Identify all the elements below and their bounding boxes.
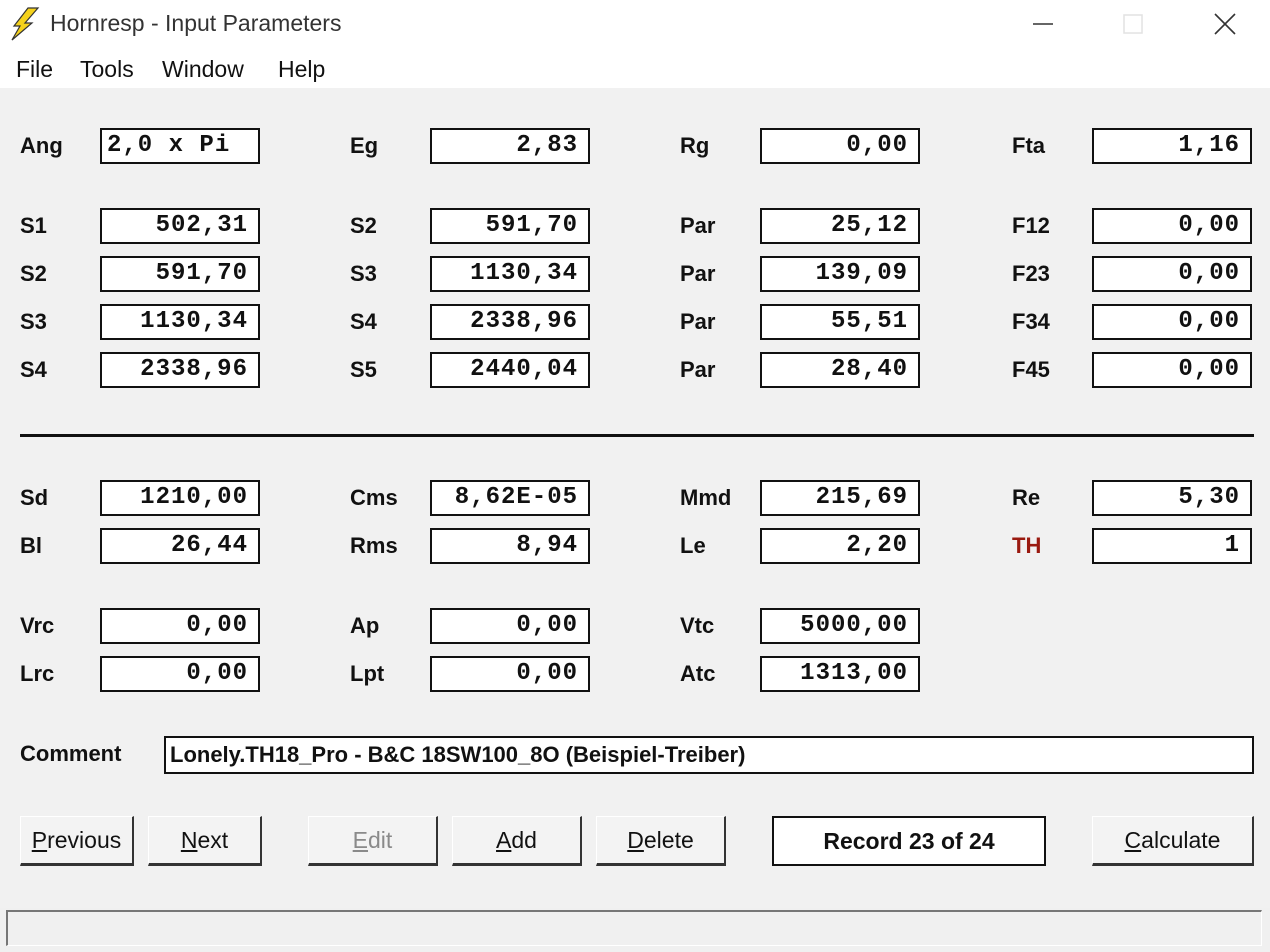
param-label-sd: Sd [20, 485, 49, 510]
param-label-re: Re [1012, 485, 1041, 510]
param-label-s1: S1 [20, 213, 47, 238]
param-field-atc[interactable]: 1313,00 [760, 656, 920, 692]
param-label-par: Par [680, 261, 716, 286]
add-button-label: Add [496, 827, 537, 853]
comment-field[interactable]: Lonely.TH18_Pro - B&C 18SW100_8O (Beispi… [164, 736, 1254, 774]
comment-label: Comment [20, 741, 122, 766]
next-button[interactable]: Next [148, 816, 262, 866]
param-label-f23: F23 [1012, 261, 1050, 286]
param-field-ang[interactable]: 2,0 x Pi [100, 128, 260, 164]
param-field-rms[interactable]: 8,94 [430, 528, 590, 564]
window-title: Hornresp - Input Parameters [50, 10, 342, 36]
param-field-ap[interactable]: 0,00 [430, 608, 590, 644]
param-field-par[interactable]: 25,12 [760, 208, 920, 244]
param-label-par: Par [680, 309, 716, 334]
param-label-f12: F12 [1012, 213, 1050, 238]
menu-window[interactable]: Window [162, 56, 244, 83]
param-label-le: Le [680, 533, 706, 558]
param-label-s2: S2 [350, 213, 377, 238]
add-button[interactable]: Add [452, 816, 582, 866]
menu-tools[interactable]: Tools [80, 56, 134, 83]
next-button-label: Next [180, 827, 229, 853]
param-label-th: TH [1012, 533, 1042, 558]
menu-help[interactable]: Help [278, 56, 325, 83]
close-icon [1214, 13, 1236, 35]
param-field-f45[interactable]: 0,00 [1092, 352, 1252, 388]
param-label-par: Par [680, 357, 716, 382]
param-field-lrc[interactable]: 0,00 [100, 656, 260, 692]
edit-button: Edit [308, 816, 438, 866]
param-field-s5[interactable]: 2440,04 [430, 352, 590, 388]
param-field-f34[interactable]: 0,00 [1092, 304, 1252, 340]
calculate-button-label: Calculate [1124, 827, 1221, 853]
param-label-s5: S5 [350, 357, 377, 382]
param-field-s3[interactable]: 1130,34 [100, 304, 260, 340]
maximize-button [1088, 0, 1178, 48]
section-divider [20, 434, 1254, 437]
param-field-lpt[interactable]: 0,00 [430, 656, 590, 692]
param-label-lrc: Lrc [20, 661, 55, 686]
param-label-s3: S3 [20, 309, 47, 334]
status-bar [6, 910, 1262, 946]
param-label-s3: S3 [350, 261, 377, 286]
param-field-vrc[interactable]: 0,00 [100, 608, 260, 644]
param-label-rg: Rg [680, 133, 710, 158]
param-label-s4: S4 [20, 357, 47, 382]
param-field-th[interactable]: 1 [1092, 528, 1252, 564]
param-label-bl: Bl [20, 533, 42, 558]
param-field-rg[interactable]: 0,00 [760, 128, 920, 164]
param-label-eg: Eg [350, 133, 379, 158]
param-field-f23[interactable]: 0,00 [1092, 256, 1252, 292]
param-field-s3[interactable]: 1130,34 [430, 256, 590, 292]
param-label-f34: F34 [1012, 309, 1050, 334]
param-field-fta[interactable]: 1,16 [1092, 128, 1252, 164]
param-field-s1[interactable]: 502,31 [100, 208, 260, 244]
param-field-par[interactable]: 28,40 [760, 352, 920, 388]
param-label-lpt: Lpt [350, 661, 385, 686]
param-label-vrc: Vrc [20, 613, 55, 638]
param-label-rms: Rms [350, 533, 398, 558]
param-label-cms: Cms [350, 485, 398, 510]
delete-button[interactable]: Delete [596, 816, 726, 866]
minimize-icon [1033, 23, 1053, 25]
param-label-ap: Ap [350, 613, 380, 638]
param-label-s2: S2 [20, 261, 47, 286]
lightning-bolt-icon [11, 7, 40, 41]
param-field-eg[interactable]: 2,83 [430, 128, 590, 164]
param-field-bl[interactable]: 26,44 [100, 528, 260, 564]
param-label-f45: F45 [1012, 357, 1050, 382]
param-label-vtc: Vtc [680, 613, 715, 638]
menu-bar: File Tools Window Help [0, 48, 1270, 88]
param-field-s4[interactable]: 2338,96 [100, 352, 260, 388]
param-field-le[interactable]: 2,20 [760, 528, 920, 564]
delete-button-label: Delete [627, 827, 694, 853]
param-field-s2[interactable]: 591,70 [100, 256, 260, 292]
previous-button[interactable]: Previous [20, 816, 134, 866]
param-field-re[interactable]: 5,30 [1092, 480, 1252, 516]
param-field-s2[interactable]: 591,70 [430, 208, 590, 244]
param-label-fta: Fta [1012, 133, 1045, 158]
param-field-cms[interactable]: 8,62E-05 [430, 480, 590, 516]
edit-button-label: Edit [352, 827, 393, 853]
param-field-sd[interactable]: 1210,00 [100, 480, 260, 516]
param-field-par[interactable]: 139,09 [760, 256, 920, 292]
param-field-mmd[interactable]: 215,69 [760, 480, 920, 516]
param-label-atc: Atc [680, 661, 716, 686]
param-label-mmd: Mmd [680, 485, 732, 510]
param-label-s4: S4 [350, 309, 377, 334]
minimize-button[interactable] [998, 0, 1088, 48]
param-field-par[interactable]: 55,51 [760, 304, 920, 340]
maximize-icon [1123, 14, 1143, 34]
param-field-f12[interactable]: 0,00 [1092, 208, 1252, 244]
menu-file[interactable]: File [16, 56, 53, 83]
record-indicator: Record 23 of 24 [772, 816, 1046, 866]
title-bar: Hornresp - Input Parameters [0, 0, 1270, 48]
calculate-button[interactable]: Calculate [1092, 816, 1254, 866]
param-label-par: Par [680, 213, 716, 238]
param-field-vtc[interactable]: 5000,00 [760, 608, 920, 644]
param-label-ang: Ang [20, 133, 63, 158]
previous-button-label: Previous [31, 827, 122, 853]
param-field-s4[interactable]: 2338,96 [430, 304, 590, 340]
close-button[interactable] [1180, 0, 1270, 48]
